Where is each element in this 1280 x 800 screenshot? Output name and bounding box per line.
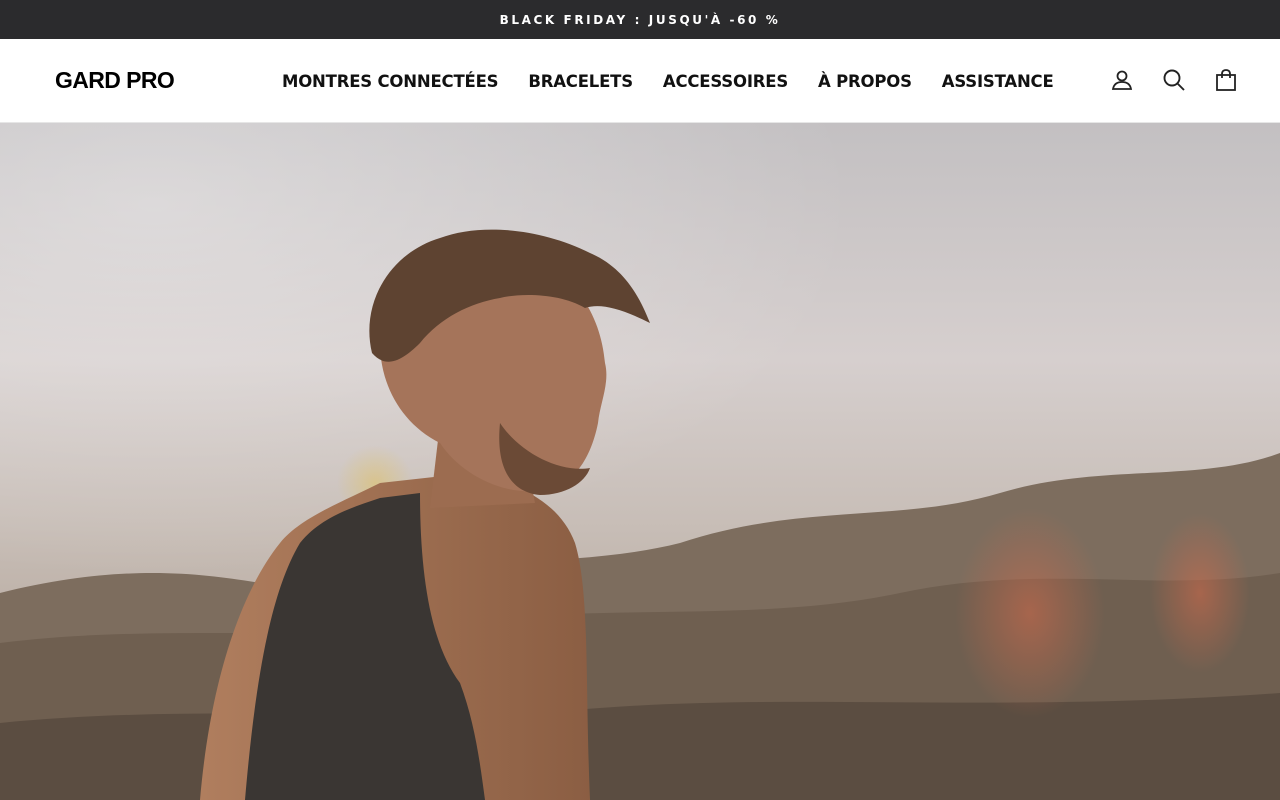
nav-item-assistance[interactable]: ASSISTANCE	[942, 72, 1054, 91]
search-icon	[1163, 69, 1185, 91]
site-header: GARD PRO MONTRES CONNECTÉES BRACELETS AC…	[0, 39, 1280, 123]
account-button[interactable]	[1110, 67, 1134, 93]
announcement-text: BLACK FRIDAY : JUSQU'À -60 %	[499, 12, 781, 27]
header-icons	[1110, 67, 1238, 93]
nav-item-montres-connectees[interactable]: MONTRES CONNECTÉES	[282, 72, 499, 91]
logo[interactable]: GARD PRO	[55, 67, 175, 94]
hero-image	[0, 123, 1280, 800]
announcement-bar: BLACK FRIDAY : JUSQU'À -60 %	[0, 0, 1280, 39]
cart-button[interactable]	[1214, 67, 1238, 93]
search-button[interactable]	[1162, 67, 1186, 93]
nav-item-accessoires[interactable]: ACCESSOIRES	[663, 72, 788, 91]
hero-banner	[0, 123, 1280, 800]
user-icon	[1111, 70, 1133, 90]
nav-item-a-propos[interactable]: À PROPOS	[818, 72, 912, 91]
cart-icon	[1216, 69, 1236, 91]
nav-item-bracelets[interactable]: BRACELETS	[528, 72, 633, 91]
main-nav: MONTRES CONNECTÉES BRACELETS ACCESSOIRES…	[282, 67, 1054, 95]
